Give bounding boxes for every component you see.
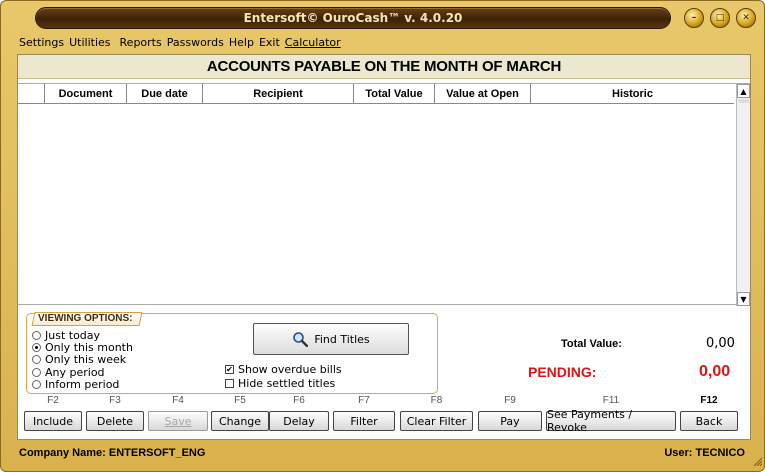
company-name: Company Name: ENTERSOFT_ENG xyxy=(19,447,206,459)
viewing-options-label: VIEWING OPTIONS: xyxy=(31,312,143,326)
minimize-button[interactable]: – xyxy=(684,8,704,28)
radio-inform-period[interactable]: Inform period xyxy=(32,378,133,391)
menu-calculator[interactable]: Calculator xyxy=(285,36,341,52)
scroll-up-button[interactable]: ▲ xyxy=(737,84,750,98)
column-header-total-value[interactable]: Total Value xyxy=(354,84,435,103)
resize-grip-icon[interactable] xyxy=(752,456,762,466)
radio-dot-selected xyxy=(32,343,41,353)
total-value: 0,00 xyxy=(706,336,735,351)
menu-bar: Settings Utilities Reports Passwords Hel… xyxy=(19,36,346,52)
fkey-label: F3 xyxy=(109,395,121,406)
app-window: Entersoft© OuroCash™ v. 4.0.20 – □ ✕ Set… xyxy=(0,0,765,472)
radio-dot xyxy=(32,380,41,390)
menu-help[interactable]: Help xyxy=(229,36,254,52)
checkbox-empty-icon xyxy=(225,378,234,388)
total-value-label: Total Value: xyxy=(561,338,622,350)
column-header-document[interactable]: Document xyxy=(45,84,127,103)
function-key-bar: F2 Include F3 Delete F4 Save F5 Change F… xyxy=(19,395,751,437)
back-button[interactable]: Back xyxy=(680,411,738,431)
radio-just-today[interactable]: Just today xyxy=(32,329,133,342)
menu-exit[interactable]: Exit xyxy=(259,36,280,52)
radio-only-this-month[interactable]: Only this month xyxy=(32,341,133,354)
fkey-label: F8 xyxy=(430,395,443,406)
fkey-save: F4 Save xyxy=(148,395,208,435)
fkey-filter: F7 Filter xyxy=(333,395,395,435)
radio-only-this-week[interactable]: Only this week xyxy=(32,353,133,366)
fkey-label: F6 xyxy=(293,395,305,406)
menu-passwords[interactable]: Passwords xyxy=(167,36,224,52)
period-radio-group: Just today Only this month Only this wee… xyxy=(32,329,133,391)
include-button[interactable]: Include xyxy=(24,411,82,431)
fkey-include: F2 Include xyxy=(24,395,82,435)
pay-button[interactable]: Pay xyxy=(478,411,542,431)
scroll-down-button[interactable]: ▼ xyxy=(737,292,750,306)
column-header-due-date[interactable]: Due date xyxy=(127,84,203,103)
checkbox-checked-icon: ✔ xyxy=(225,364,234,374)
title-pill: Entersoft© OuroCash™ v. 4.0.20 xyxy=(35,7,671,29)
fkey-change: F5 Change xyxy=(211,395,269,435)
see-payments-revoke-button[interactable]: See Payments / Revoke xyxy=(546,408,676,434)
find-titles-button[interactable]: Find Titles xyxy=(253,323,409,355)
column-header-historic[interactable]: Historic xyxy=(531,84,734,103)
checkbox-hide-settled-titles[interactable]: Hide settled titles xyxy=(225,376,342,390)
fkey-back: F12 Back xyxy=(680,395,738,435)
maximize-icon: □ xyxy=(715,12,725,23)
fkey-delete: F3 Delete xyxy=(86,395,144,435)
viewing-options-group: VIEWING OPTIONS: Just today Only this mo… xyxy=(26,312,438,394)
fkey-label: F5 xyxy=(234,395,246,406)
fkey-label: F7 xyxy=(358,395,370,406)
close-icon: ✕ xyxy=(742,12,750,23)
pending-label: PENDING: xyxy=(528,364,597,380)
user-name: User: TECNICO xyxy=(664,447,745,459)
radio-dot xyxy=(32,330,41,340)
fkey-label: F12 xyxy=(700,395,718,406)
radio-dot xyxy=(32,367,41,377)
main-panel: ACCOUNTS PAYABLE ON THE MONTH OF MARCH D… xyxy=(17,54,751,440)
arrow-down-icon: ▼ xyxy=(740,294,747,304)
fkey-see-payments: F11 See Payments / Revoke xyxy=(546,395,676,435)
save-button[interactable]: Save xyxy=(148,411,208,431)
window-title: Entersoft© OuroCash™ v. 4.0.20 xyxy=(243,11,463,25)
column-header-selector[interactable] xyxy=(18,84,45,103)
scroll-thumb[interactable] xyxy=(738,99,749,103)
radio-any-period[interactable]: Any period xyxy=(32,366,133,379)
menu-utilities[interactable]: Utilities xyxy=(69,36,110,52)
change-button[interactable]: Change xyxy=(211,411,269,431)
filter-checkboxes: ✔ Show overdue bills Hide settled titles xyxy=(225,362,342,390)
close-button[interactable]: ✕ xyxy=(736,8,756,28)
accounts-grid[interactable]: Document Due date Recipient Total Value … xyxy=(18,83,750,306)
title-bar[interactable]: Entersoft© OuroCash™ v. 4.0.20 – □ ✕ xyxy=(1,1,765,35)
fkey-label: F9 xyxy=(504,395,516,406)
search-icon xyxy=(293,332,309,347)
menu-reports[interactable]: Reports xyxy=(120,36,162,52)
fkey-pay: F9 Pay xyxy=(478,395,542,435)
delete-button[interactable]: Delete xyxy=(86,411,144,431)
grid-header: Document Due date Recipient Total Value … xyxy=(18,84,734,104)
arrow-up-icon: ▲ xyxy=(740,86,747,96)
pending-value: 0,00 xyxy=(699,363,731,380)
clear-filter-button[interactable]: Clear Filter xyxy=(400,411,473,431)
column-header-recipient[interactable]: Recipient xyxy=(203,84,354,103)
grid-vertical-scrollbar[interactable]: ▲ ▼ xyxy=(736,84,750,306)
checkbox-show-overdue-bills[interactable]: ✔ Show overdue bills xyxy=(225,362,342,376)
fkey-label: F2 xyxy=(47,395,59,406)
delay-button[interactable]: Delay xyxy=(269,411,329,431)
fkey-label: F11 xyxy=(602,395,620,406)
radio-dot xyxy=(32,355,41,365)
maximize-button[interactable]: □ xyxy=(710,8,730,28)
column-header-value-at-open[interactable]: Value at Open xyxy=(435,84,531,103)
fkey-clear-filter: F8 Clear Filter xyxy=(400,395,473,435)
fkey-delay: F6 Delay xyxy=(269,395,329,435)
menu-settings[interactable]: Settings xyxy=(19,36,64,52)
filter-button[interactable]: Filter xyxy=(333,411,395,431)
status-bar: Company Name: ENTERSOFT_ENG User: TECNIC… xyxy=(17,442,751,464)
page-title: ACCOUNTS PAYABLE ON THE MONTH OF MARCH xyxy=(18,55,750,79)
minimize-icon: – xyxy=(691,12,697,23)
fkey-label: F4 xyxy=(172,395,184,406)
